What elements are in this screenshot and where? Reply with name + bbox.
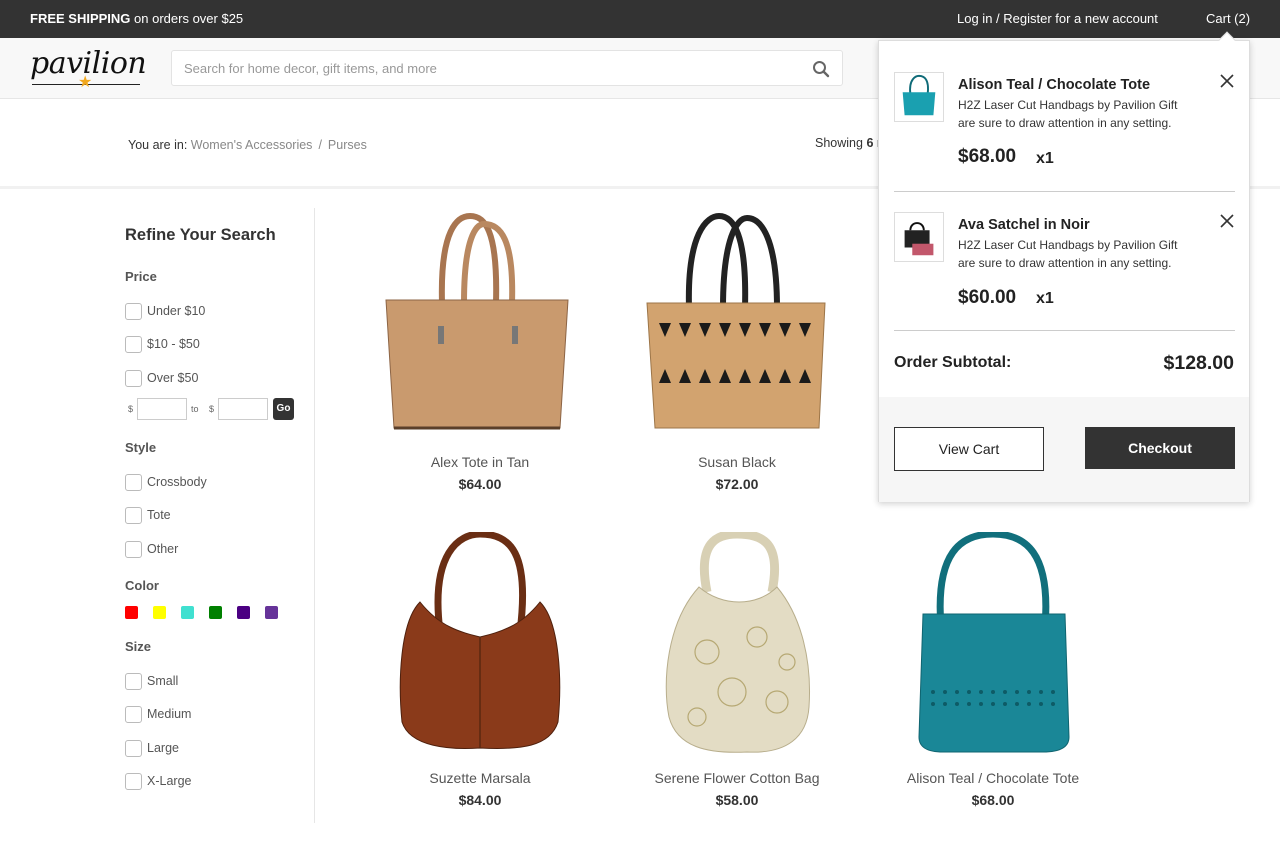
color-swatch-green[interactable] <box>209 606 222 619</box>
style-option-other[interactable]: Other <box>125 540 178 558</box>
cart-item-thumbnail[interactable] <box>894 212 944 262</box>
color-swatch-indigo[interactable] <box>237 606 250 619</box>
checkbox[interactable] <box>125 506 142 524</box>
checkbox[interactable] <box>125 369 142 387</box>
checkbox[interactable] <box>125 705 142 723</box>
product-name[interactable]: Alex Tote in Tan <box>370 454 590 470</box>
product-price: $84.00 <box>458 792 502 808</box>
order-subtotal-label: Order Subtotal: <box>894 354 1012 371</box>
close-icon[interactable] <box>1220 214 1234 228</box>
breadcrumb: You are in: Women's Accessories / Purses <box>128 138 367 152</box>
login-register-link[interactable]: Log in / Register for a new account <box>957 11 1158 26</box>
checkbox[interactable] <box>125 739 142 757</box>
cart-actions: View Cart Checkout <box>879 397 1249 502</box>
breadcrumb-womens-accessories[interactable]: Women's Accessories <box>191 138 313 152</box>
divider <box>894 191 1235 192</box>
free-shipping-banner: FREE SHIPPING on orders over $25 <box>30 11 244 26</box>
price-max-input[interactable] <box>218 398 268 420</box>
checkbox[interactable] <box>125 335 142 353</box>
view-cart-button[interactable]: View Cart <box>894 427 1044 471</box>
price-min-input[interactable] <box>137 398 187 420</box>
product-image-serene-flower[interactable] <box>637 532 837 762</box>
breadcrumb-purses[interactable]: Purses <box>328 138 367 152</box>
product-price: $58.00 <box>715 792 759 808</box>
cart-item-quantity: x1 <box>1036 150 1054 167</box>
mini-cart-popover: Alison Teal / Chocolate Tote H2Z Laser C… <box>878 31 1250 502</box>
checkbox[interactable] <box>125 302 142 320</box>
order-subtotal-value: $128.00 <box>1163 352 1235 374</box>
refine-search-title: Refine Your Search <box>125 226 276 244</box>
star-icon: ★ <box>78 74 93 91</box>
cart-item-description: H2Z Laser Cut Handbags by Pavilion Gift … <box>958 98 1178 130</box>
price-range: $ to $ Go <box>125 398 305 420</box>
color-swatch-yellow[interactable] <box>153 606 166 619</box>
price-go-button[interactable]: Go <box>273 398 294 420</box>
search-input[interactable] <box>184 51 794 85</box>
color-swatch-purple[interactable] <box>265 606 278 619</box>
top-bar: FREE SHIPPING on orders over $25 Log in … <box>0 0 1280 38</box>
cart-item: Alison Teal / Chocolate Tote H2Z Laser C… <box>894 72 1235 192</box>
style-filter-title: Style <box>125 440 157 455</box>
size-option-x-large[interactable]: X-Large <box>125 772 191 790</box>
cart-item: Ava Satchel in Noir H2Z Laser Cut Handba… <box>894 212 1235 332</box>
product-price: $64.00 <box>458 476 502 492</box>
size-filter-title: Size <box>125 639 152 654</box>
cart-item-price: $68.00 <box>958 146 1017 167</box>
cart-item-title[interactable]: Ava Satchel in Noir <box>958 217 1090 233</box>
product-name[interactable]: Susan Black <box>627 454 847 470</box>
cart-item-thumbnail[interactable] <box>894 72 944 122</box>
size-option-large[interactable]: Large <box>125 739 179 757</box>
search-bar <box>171 50 843 86</box>
results-count: Showing 6 r <box>815 136 881 150</box>
product-image-alison-teal[interactable] <box>893 532 1093 762</box>
color-swatch-turquoise[interactable] <box>181 606 194 619</box>
close-icon[interactable] <box>1220 74 1234 88</box>
checkout-button[interactable]: Checkout <box>1085 427 1235 469</box>
cart-link[interactable]: Cart (2) <box>1206 11 1250 26</box>
price-filter-title: Price <box>125 269 157 284</box>
style-option-crossbody[interactable]: Crossbody <box>125 473 207 491</box>
checkbox[interactable] <box>125 473 142 491</box>
checkbox[interactable] <box>125 540 142 558</box>
cart-item-title[interactable]: Alison Teal / Chocolate Tote <box>958 77 1150 93</box>
style-option-tote[interactable]: Tote <box>125 506 171 524</box>
product-image-susan-black[interactable] <box>637 208 837 438</box>
product-price: $68.00 <box>971 792 1015 808</box>
size-option-small[interactable]: Small <box>125 672 178 690</box>
price-option-10-50[interactable]: $10 - $50 <box>125 335 200 353</box>
checkbox[interactable] <box>125 772 142 790</box>
product-name[interactable]: Serene Flower Cotton Bag <box>627 770 847 786</box>
price-option-over-50[interactable]: Over $50 <box>125 369 198 387</box>
product-name[interactable]: Alison Teal / Chocolate Tote <box>883 770 1103 786</box>
product-image-alex-tote[interactable] <box>380 208 580 438</box>
cart-item-price: $60.00 <box>958 287 1017 308</box>
cart-item-description: H2Z Laser Cut Handbags by Pavilion Gift … <box>958 238 1178 270</box>
product-name[interactable]: Suzette Marsala <box>370 770 590 786</box>
price-option-under-10[interactable]: Under $10 <box>125 302 205 320</box>
search-icon[interactable] <box>812 60 830 78</box>
checkbox[interactable] <box>125 672 142 690</box>
filter-sidebar: Refine Your Search Price Under $10 $10 -… <box>125 208 315 823</box>
pavilion-logo[interactable]: pavilion ★ <box>30 44 150 94</box>
color-filter-title: Color <box>125 578 159 593</box>
product-image-suzette-marsala[interactable] <box>380 532 580 762</box>
product-price: $72.00 <box>715 476 759 492</box>
cart-item-quantity: x1 <box>1036 290 1054 307</box>
color-swatch-red[interactable] <box>125 606 138 619</box>
size-option-medium[interactable]: Medium <box>125 705 191 723</box>
divider <box>894 330 1235 331</box>
